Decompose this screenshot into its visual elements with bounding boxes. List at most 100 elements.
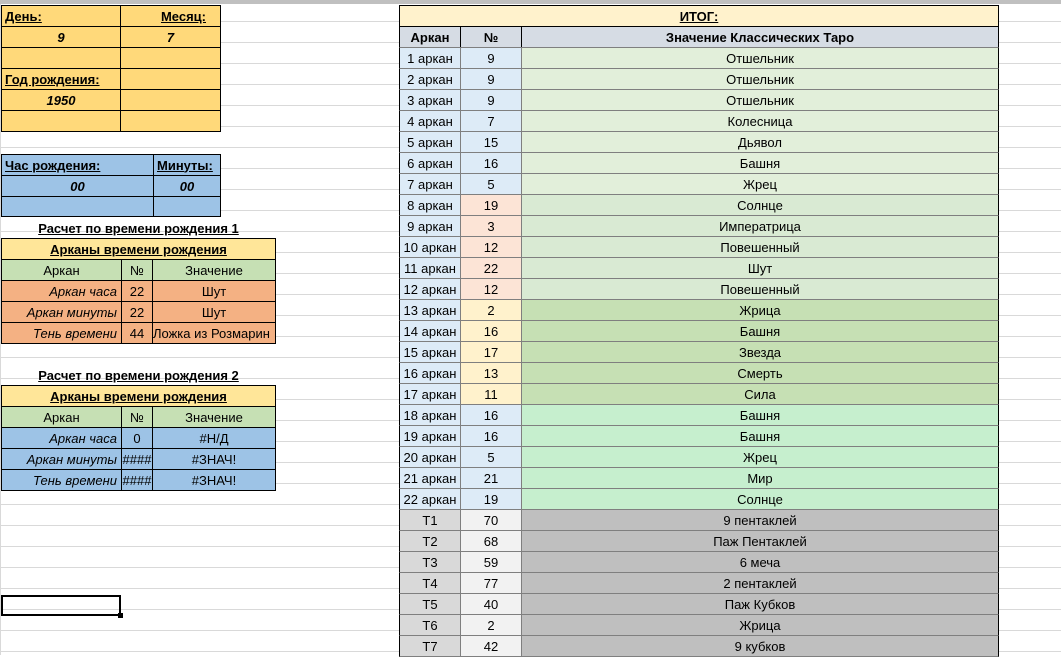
result-row-meaning[interactable]: Башня bbox=[521, 425, 999, 447]
result-row-arcan: 5 аркан bbox=[399, 131, 461, 153]
result-row-arcan: 18 аркан bbox=[399, 404, 461, 426]
empty-cell[interactable] bbox=[120, 68, 221, 90]
result-row-meaning[interactable]: Жрец bbox=[521, 173, 999, 195]
result-row-meaning[interactable]: Мир bbox=[521, 467, 999, 489]
result-row-num[interactable]: 40 bbox=[460, 593, 522, 615]
result-row-meaning[interactable]: 9 пентаклей bbox=[521, 509, 999, 531]
result-row-arcan: 3 аркан bbox=[399, 89, 461, 111]
result-row-meaning[interactable]: Колесница bbox=[521, 110, 999, 132]
calc1-row-value[interactable]: Шут bbox=[152, 280, 276, 302]
result-row-arcan: 20 аркан bbox=[399, 446, 461, 468]
result-row-meaning[interactable]: 2 пентаклей bbox=[521, 572, 999, 594]
result-row-meaning[interactable]: Башня bbox=[521, 320, 999, 342]
calc1-row-value[interactable]: Шут bbox=[152, 301, 276, 323]
result-row-meaning[interactable]: Повешенный bbox=[521, 278, 999, 300]
result-row-num[interactable]: 59 bbox=[460, 551, 522, 573]
result-row-num[interactable]: 9 bbox=[460, 47, 522, 69]
result-row-meaning[interactable]: Башня bbox=[521, 152, 999, 174]
calc2-row-value[interactable]: #ЗНАЧ! bbox=[152, 448, 276, 470]
result-row-meaning[interactable]: Отшельник bbox=[521, 68, 999, 90]
result-row-num[interactable]: 21 bbox=[460, 467, 522, 489]
result-row-arcan: T6 bbox=[399, 614, 461, 636]
result-row-meaning[interactable]: Жрица bbox=[521, 299, 999, 321]
result-row-num[interactable]: 7 bbox=[460, 110, 522, 132]
result-row-meaning[interactable]: Звезда bbox=[521, 341, 999, 363]
result-row-meaning[interactable]: 6 меча bbox=[521, 551, 999, 573]
result-row-num[interactable]: 19 bbox=[460, 488, 522, 510]
result-row-num[interactable]: 5 bbox=[460, 173, 522, 195]
calc1-row-value[interactable]: Ложка из Розмарин bbox=[152, 322, 276, 344]
result-row-arcan: 1 аркан bbox=[399, 47, 461, 69]
selected-cell[interactable] bbox=[1, 595, 123, 618]
result-row-meaning[interactable]: Повешенный bbox=[521, 236, 999, 258]
calc2-title: Расчет по времени рождения 2 bbox=[38, 368, 239, 383]
calc1-row-num[interactable]: 22 bbox=[121, 280, 153, 302]
calc2-row-num[interactable]: #### bbox=[121, 469, 153, 491]
result-row-num[interactable]: 11 bbox=[460, 383, 522, 405]
result-row-num[interactable]: 12 bbox=[460, 236, 522, 258]
result-row-num[interactable]: 17 bbox=[460, 341, 522, 363]
month-value-cell[interactable]: 7 bbox=[120, 26, 221, 48]
result-row-meaning[interactable]: Паж Кубков bbox=[521, 593, 999, 615]
result-row-meaning[interactable]: Дьявол bbox=[521, 131, 999, 153]
result-row-num[interactable]: 9 bbox=[460, 68, 522, 90]
result-row-meaning[interactable]: Шут bbox=[521, 257, 999, 279]
hour-value-cell[interactable]: 00 bbox=[1, 175, 154, 197]
result-row-arcan: 7 аркан bbox=[399, 173, 461, 195]
result-row-num[interactable]: 3 bbox=[460, 215, 522, 237]
empty-cell[interactable] bbox=[120, 89, 221, 111]
calc2-col-num: № bbox=[121, 406, 153, 428]
calc2-row-value[interactable]: #Н/Д bbox=[152, 427, 276, 449]
minutes-value-cell[interactable]: 00 bbox=[153, 175, 221, 197]
result-row-arcan: T5 bbox=[399, 593, 461, 615]
result-row-num[interactable]: 42 bbox=[460, 635, 522, 657]
empty-cell[interactable] bbox=[153, 196, 221, 217]
result-row-num[interactable]: 70 bbox=[460, 509, 522, 531]
year-value-cell[interactable]: 1950 bbox=[1, 89, 121, 111]
result-row-meaning[interactable]: Солнце bbox=[521, 488, 999, 510]
calc1-row-label: Аркан минуты bbox=[1, 301, 122, 323]
calc1-row-num[interactable]: 22 bbox=[121, 301, 153, 323]
result-row-num[interactable]: 2 bbox=[460, 299, 522, 321]
empty-cell[interactable] bbox=[1, 196, 154, 217]
result-row-arcan: 11 аркан bbox=[399, 257, 461, 279]
year-label: Год рождения: bbox=[1, 68, 121, 90]
result-row-arcan: 22 аркан bbox=[399, 488, 461, 510]
result-row-num[interactable]: 16 bbox=[460, 152, 522, 174]
result-row-arcan: 13 аркан bbox=[399, 299, 461, 321]
result-row-meaning[interactable]: Башня bbox=[521, 404, 999, 426]
empty-cell[interactable] bbox=[1, 47, 121, 69]
result-row-num[interactable]: 15 bbox=[460, 131, 522, 153]
calc2-row-value[interactable]: #ЗНАЧ! bbox=[152, 469, 276, 491]
result-row-num[interactable]: 5 bbox=[460, 446, 522, 468]
result-col-arcan: Аркан bbox=[399, 26, 461, 48]
result-row-num[interactable]: 68 bbox=[460, 530, 522, 552]
calc2-row-num[interactable]: 0 bbox=[121, 427, 153, 449]
result-row-meaning[interactable]: Смерть bbox=[521, 362, 999, 384]
result-row-num[interactable]: 16 bbox=[460, 404, 522, 426]
calc1-row-num[interactable]: 44 bbox=[121, 322, 153, 344]
result-row-num[interactable]: 12 bbox=[460, 278, 522, 300]
result-row-meaning[interactable]: 9 кубков bbox=[521, 635, 999, 657]
result-row-num[interactable]: 77 bbox=[460, 572, 522, 594]
empty-cell[interactable] bbox=[120, 110, 221, 132]
result-row-meaning[interactable]: Отшельник bbox=[521, 47, 999, 69]
result-row-num[interactable]: 16 bbox=[460, 425, 522, 447]
calc2-row-num[interactable]: #### bbox=[121, 448, 153, 470]
result-row-num[interactable]: 2 bbox=[460, 614, 522, 636]
result-row-num[interactable]: 9 bbox=[460, 89, 522, 111]
result-row-meaning[interactable]: Солнце bbox=[521, 194, 999, 216]
result-row-num[interactable]: 13 bbox=[460, 362, 522, 384]
empty-cell[interactable] bbox=[120, 47, 221, 69]
empty-cell[interactable] bbox=[1, 110, 121, 132]
result-row-num[interactable]: 22 bbox=[460, 257, 522, 279]
result-row-meaning[interactable]: Паж Пентаклей bbox=[521, 530, 999, 552]
result-row-meaning[interactable]: Жрец bbox=[521, 446, 999, 468]
result-row-meaning[interactable]: Сила bbox=[521, 383, 999, 405]
result-row-num[interactable]: 19 bbox=[460, 194, 522, 216]
result-row-meaning[interactable]: Отшельник bbox=[521, 89, 999, 111]
result-row-meaning[interactable]: Императрица bbox=[521, 215, 999, 237]
day-value-cell[interactable]: 9 bbox=[1, 26, 121, 48]
result-row-meaning[interactable]: Жрица bbox=[521, 614, 999, 636]
result-row-num[interactable]: 16 bbox=[460, 320, 522, 342]
